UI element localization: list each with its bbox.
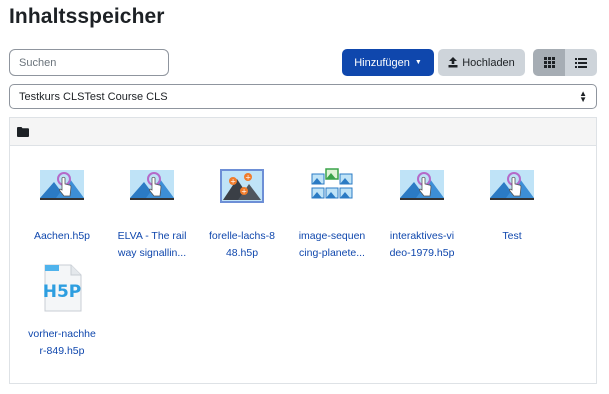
file-name-line: 48.h5p: [225, 247, 259, 259]
file-name: forelle-lachs-8 48.h5p: [201, 228, 283, 262]
upload-button[interactable]: Hochladen: [438, 49, 525, 76]
upload-button-label: Hochladen: [462, 56, 515, 69]
thumb: H5P: [21, 262, 103, 314]
file-name-line: ELVA - The rail: [117, 230, 187, 242]
file-name-line: Aachen.h5p: [33, 230, 91, 242]
image-hotspot-icon: + + +: [220, 169, 264, 203]
file-name-line: interaktives-vi: [389, 230, 455, 242]
file-name: image-sequen cing-planete...: [291, 228, 373, 262]
file-name: interaktives-vi deo-1979.h5p: [381, 228, 463, 262]
thumb: + + +: [201, 164, 283, 208]
file-name: Aachen.h5p: [21, 228, 103, 245]
search-input[interactable]: [9, 49, 169, 76]
file-name-line: r-849.h5p: [39, 345, 85, 357]
interactive-image-icon: [400, 170, 444, 200]
thumb: [471, 164, 553, 208]
file-name-line: deo-1979.h5p: [389, 247, 455, 259]
file-name-line: forelle-lachs-8: [209, 230, 275, 242]
folder-icon[interactable]: [17, 126, 29, 137]
context-select-value: Testkurs CLSTest Course CLS: [19, 90, 168, 103]
add-button-label: Hinzufügen: [354, 56, 410, 69]
interactive-image-icon: [40, 170, 84, 200]
svg-text:+: +: [245, 174, 251, 182]
list-icon: [575, 57, 587, 68]
file-name-line: image-sequen: [298, 230, 366, 242]
file-grid: Aachen.h5p ELVA - The rail way signallin…: [9, 146, 597, 384]
file-tile[interactable]: image-sequen cing-planete...: [291, 164, 373, 262]
image-sequencing-icon: [311, 168, 353, 199]
svg-text:+: +: [241, 188, 247, 196]
file-tile[interactable]: Test: [471, 164, 553, 245]
file-tile[interactable]: + + + forelle-lachs-8 48.h5p: [201, 164, 283, 262]
thumb: [111, 164, 193, 208]
view-toggle: [533, 49, 597, 76]
file-name: vorher-nachhe r-849.h5p: [21, 326, 103, 360]
file-name-line: way signallin...: [117, 247, 187, 259]
file-name-line: vorher-nachhe: [28, 328, 96, 340]
svg-text:+: +: [230, 178, 236, 186]
file-name: ELVA - The rail way signallin...: [111, 228, 193, 262]
file-name: Test: [471, 228, 553, 245]
svg-text:H5P: H5P: [43, 282, 82, 302]
grid-view-button[interactable]: [533, 49, 565, 76]
context-select[interactable]: Testkurs CLSTest Course CLS ▲ ▼: [9, 84, 597, 109]
page-title: Inhaltsspeicher: [9, 5, 165, 28]
file-tile[interactable]: Aachen.h5p: [21, 164, 103, 245]
file-tile[interactable]: interaktives-vi deo-1979.h5p: [381, 164, 463, 262]
h5p-file-icon: H5P: [43, 264, 82, 312]
select-arrows-icon: ▲ ▼: [579, 88, 587, 104]
upload-icon: [448, 57, 458, 68]
thumb: [381, 164, 463, 208]
interactive-image-icon: [490, 170, 534, 200]
list-view-button[interactable]: [565, 49, 597, 76]
file-name-line: cing-planete...: [299, 247, 365, 259]
file-name-line: Test: [502, 230, 522, 242]
file-tile[interactable]: ELVA - The rail way signallin...: [111, 164, 193, 262]
grid-icon: [543, 57, 555, 68]
add-button[interactable]: Hinzufügen ▼: [342, 49, 434, 76]
interactive-image-icon: [130, 170, 174, 200]
file-tile[interactable]: H5P vorher-nachhe r-849.h5p: [21, 262, 103, 360]
breadcrumb: [9, 117, 597, 146]
thumb: [291, 164, 373, 208]
thumb: [21, 164, 103, 208]
chevron-down-icon: ▼: [414, 59, 422, 66]
